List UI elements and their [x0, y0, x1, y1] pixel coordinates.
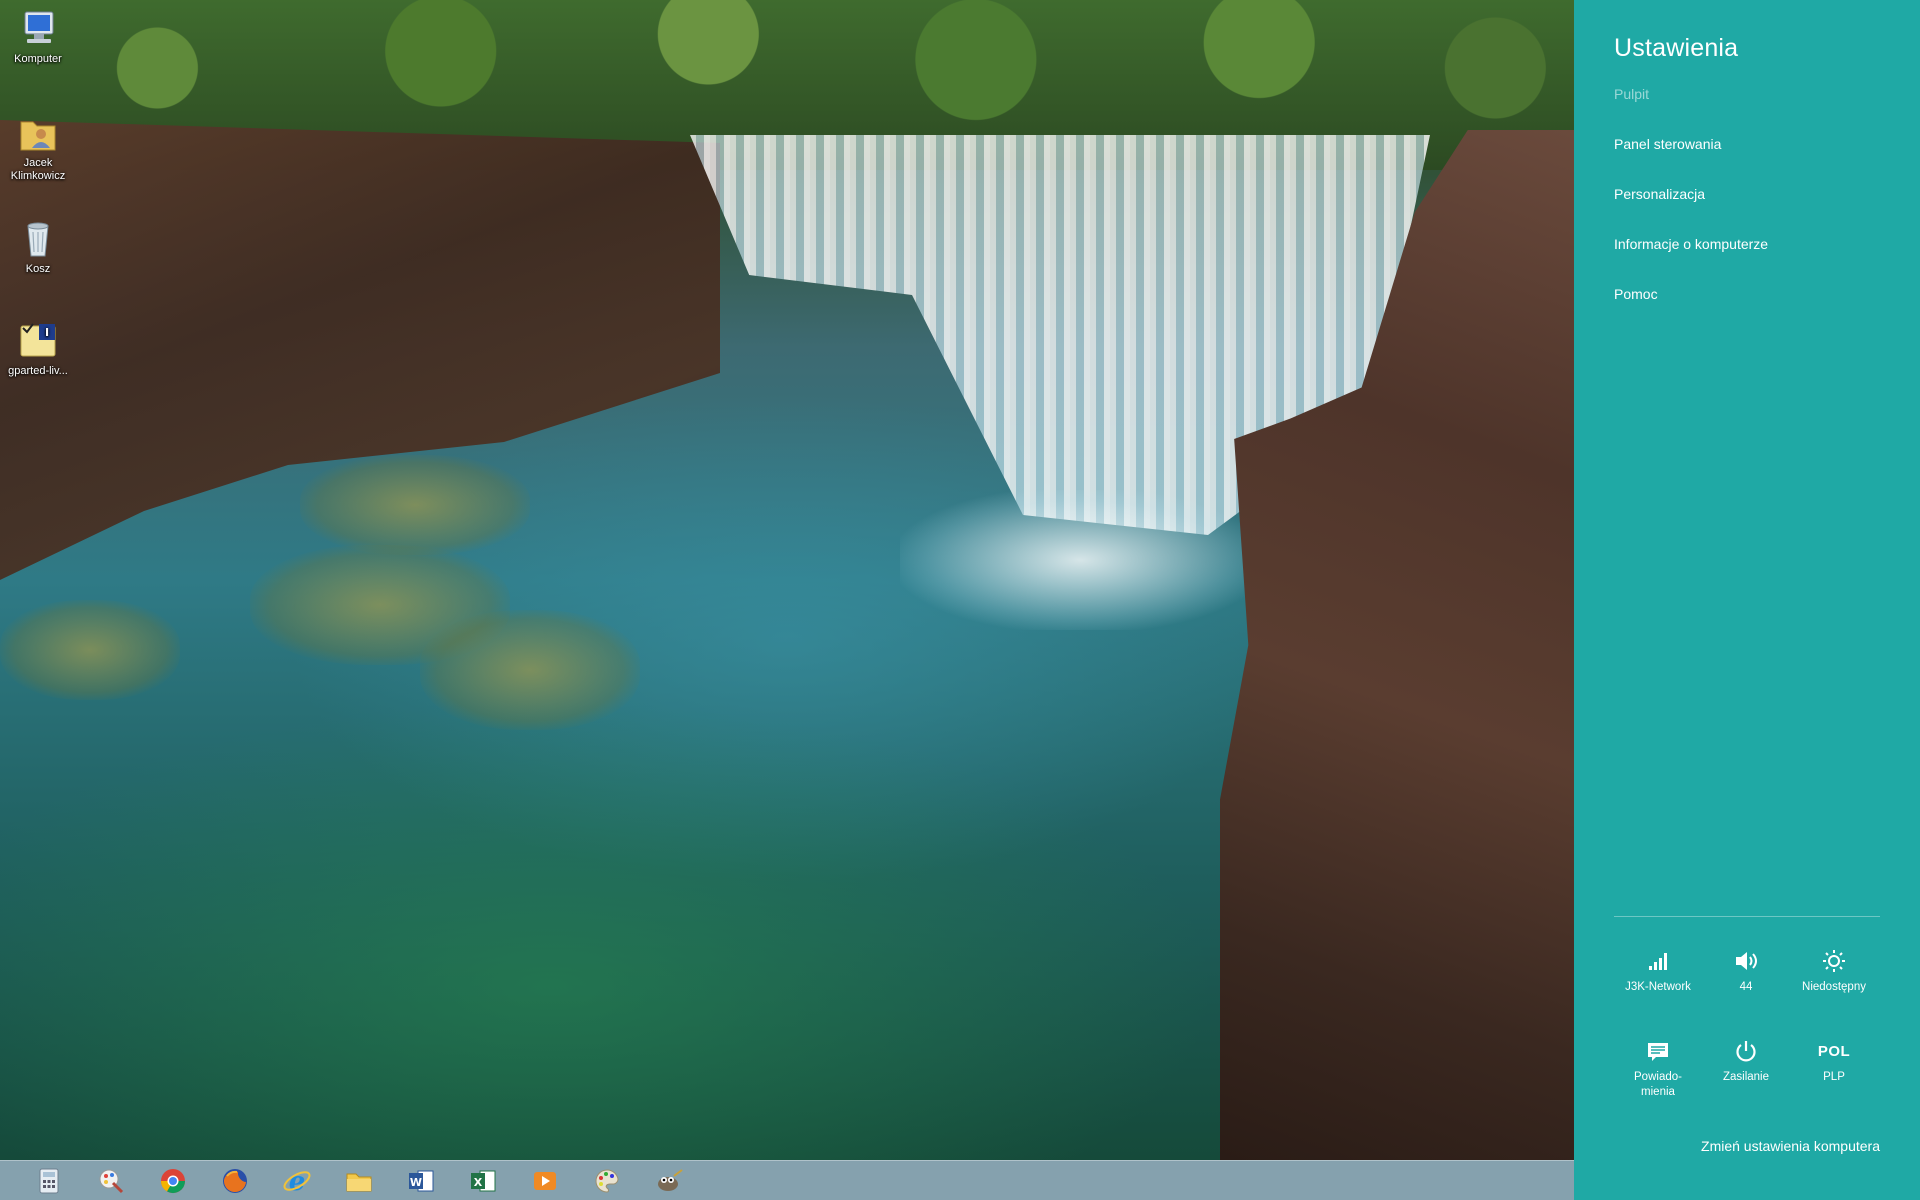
- quick-settings-brightness[interactable]: Niedostępny: [1790, 946, 1878, 995]
- taskbar-paint-button[interactable]: [88, 1163, 134, 1199]
- wallpaper-rock: [420, 610, 640, 730]
- chrome-icon: [161, 1168, 185, 1193]
- quick-settings-keyboard[interactable]: POL PLP: [1790, 1036, 1878, 1085]
- desktop-icon-label: Komputer: [14, 53, 62, 65]
- settings-charm-pane: Ustawienia Pulpit Panel sterowania Perso…: [1574, 0, 1920, 1200]
- taskbar-palette-button[interactable]: [584, 1163, 630, 1199]
- keyboard-layout-icon: POL: [1790, 1036, 1878, 1066]
- wallpaper-rock: [300, 455, 530, 555]
- taskbar-gimp-button[interactable]: [646, 1163, 692, 1199]
- settings-title: Ustawienia: [1614, 34, 1739, 62]
- desktop-icon-label: Kosz: [25, 263, 51, 275]
- change-pc-settings-link[interactable]: Zmień ustawienia komputera: [1701, 1138, 1880, 1154]
- svg-text:I: I: [45, 326, 49, 339]
- user-folder-icon: [17, 112, 59, 154]
- desktop-icon-user-folder[interactable]: Jacek Klimkowicz: [2, 112, 74, 183]
- taskbar-calculator-button[interactable]: [26, 1163, 72, 1199]
- svg-text:e: e: [289, 1167, 306, 1196]
- internet-explorer-icon: e: [283, 1167, 311, 1196]
- wifi-signal-icon: [1614, 946, 1702, 976]
- settings-divider: [1614, 916, 1880, 917]
- wallpaper-foam: [900, 490, 1260, 630]
- desktop-icon-computer[interactable]: Komputer: [2, 8, 74, 66]
- quick-settings-notifications[interactable]: Powiado- mienia: [1614, 1036, 1702, 1100]
- paint-palette-icon: [595, 1168, 619, 1193]
- desktop-icon-gparted-image[interactable]: I gparted-liv...: [2, 320, 74, 378]
- excel-icon: X: [471, 1170, 496, 1191]
- taskbar: e W X: [0, 1160, 1574, 1200]
- power-icon: [1702, 1036, 1790, 1066]
- taskbar-word-button[interactable]: W: [398, 1163, 444, 1199]
- desktop-wallpaper: [0, 0, 1574, 1160]
- settings-link-personalization[interactable]: Personalizacja: [1614, 186, 1705, 202]
- disk-image-file-icon: I: [17, 320, 59, 362]
- volume-label: 44: [1739, 981, 1753, 993]
- notifications-label: Powiado- mienia: [1634, 1071, 1682, 1098]
- taskbar-media-player-button[interactable]: [522, 1163, 568, 1199]
- word-icon: W: [409, 1170, 434, 1191]
- keyboard-label: PLP: [1823, 1071, 1845, 1083]
- firefox-icon: [223, 1168, 247, 1193]
- speaker-icon: [1702, 946, 1790, 976]
- calculator-icon: [39, 1168, 59, 1193]
- taskbar-file-explorer-button[interactable]: [336, 1163, 382, 1199]
- quick-settings-power[interactable]: Zasilanie: [1702, 1036, 1790, 1085]
- taskbar-firefox-button[interactable]: [212, 1163, 258, 1199]
- quick-settings-network[interactable]: J3K-Network: [1614, 946, 1702, 995]
- media-player-icon: [534, 1171, 556, 1190]
- computer-icon: [17, 8, 59, 50]
- settings-link-pc-info[interactable]: Informacje o komputerze: [1614, 236, 1768, 252]
- brightness-label: Niedostępny: [1802, 981, 1866, 993]
- taskbar-excel-button[interactable]: X: [460, 1163, 506, 1199]
- recycle-bin-icon: [17, 218, 59, 260]
- quick-settings-volume[interactable]: 44: [1702, 946, 1790, 995]
- power-label: Zasilanie: [1722, 1071, 1770, 1083]
- desktop-icon-label: gparted-liv...: [8, 365, 68, 377]
- wallpaper-rock: [0, 600, 180, 700]
- keyboard-language-code: POL: [1817, 1042, 1851, 1060]
- network-label: J3K-Network: [1625, 981, 1691, 993]
- desktop-screen: Komputer Jacek Klimkowicz Kosz I gparted…: [0, 0, 1920, 1200]
- svg-text:W: W: [410, 1176, 422, 1189]
- file-explorer-icon: [346, 1173, 372, 1191]
- taskbar-ie-button[interactable]: e: [274, 1163, 320, 1199]
- desktop-icon-recycle-bin[interactable]: Kosz: [2, 218, 74, 276]
- settings-link-control-panel[interactable]: Panel sterowania: [1614, 136, 1721, 152]
- taskbar-chrome-button[interactable]: [150, 1163, 196, 1199]
- settings-context-label: Pulpit: [1614, 86, 1650, 102]
- svg-text:X: X: [474, 1176, 483, 1189]
- brightness-icon: [1790, 946, 1878, 976]
- notifications-icon: [1614, 1036, 1702, 1066]
- desktop-icon-label: Jacek Klimkowicz: [10, 157, 66, 182]
- settings-link-help[interactable]: Pomoc: [1614, 286, 1658, 302]
- gimp-icon: [658, 1168, 683, 1191]
- paint-icon: [99, 1169, 124, 1193]
